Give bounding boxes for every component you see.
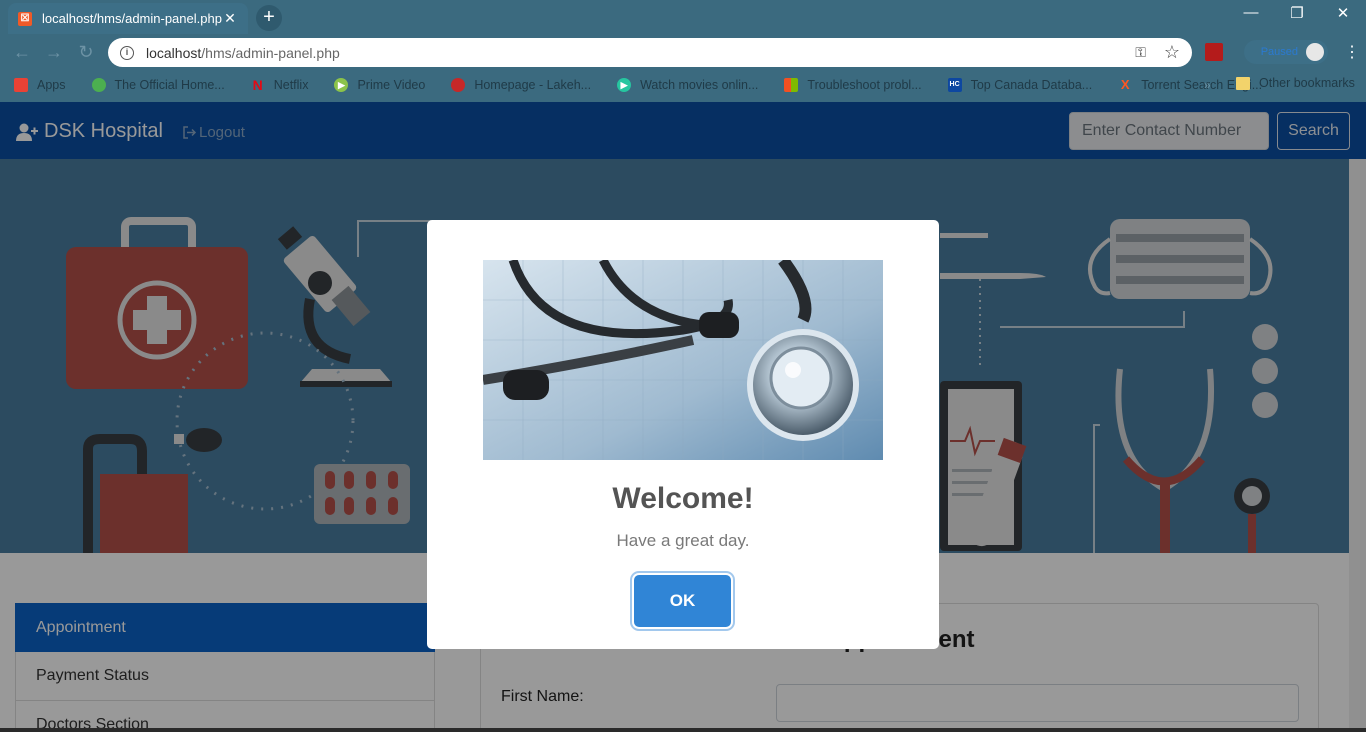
bookmark-star-icon[interactable]: ☆	[1164, 42, 1180, 63]
bookmark-item[interactable]: ▶ Prime Video	[334, 78, 425, 92]
pdf-extension-icon[interactable]	[1205, 43, 1223, 61]
folder-icon	[1236, 76, 1250, 90]
address-row: ← → ↻ i localhost/hms/admin-panel.php ⚿ …	[0, 34, 1366, 70]
address-bar[interactable]: i localhost/hms/admin-panel.php ⚿ ☆	[108, 38, 1192, 67]
back-button[interactable]: ←	[10, 41, 34, 63]
browser-chrome: ☒ localhost/hms/admin-panel.php ✕ + — ❐ …	[0, 0, 1366, 102]
bookmark-label: Troubleshoot probl...	[807, 78, 922, 92]
browser-menu-icon[interactable]: ⋮	[1344, 42, 1360, 62]
more-bookmarks-chevron[interactable]: »	[1204, 78, 1211, 92]
modal-message: Have a great day.	[616, 531, 750, 550]
prime-video-icon: ▶	[334, 78, 349, 92]
other-bookmarks-label: Other bookmarks	[1259, 76, 1355, 90]
microsoft-icon	[784, 78, 799, 92]
apps-grid-icon	[14, 78, 28, 92]
bookmark-item[interactable]: N Netflix	[251, 78, 309, 92]
url-path: /hms/admin-panel.php	[201, 44, 340, 61]
bookmark-item[interactable]: Troubleshoot probl...	[784, 78, 922, 92]
password-key-icon[interactable]: ⚿	[1135, 44, 1146, 61]
bookmark-label: Homepage - Lakeh...	[474, 78, 592, 92]
site-icon	[91, 78, 106, 92]
netflix-icon: N	[252, 77, 263, 93]
profile-name: Paused	[1260, 46, 1298, 58]
ok-button[interactable]: OK	[634, 575, 731, 627]
other-bookmarks[interactable]: Other bookmarks	[1236, 76, 1355, 90]
site-info-icon[interactable]: i	[120, 45, 134, 60]
close-window-button[interactable]: ✕	[1320, 4, 1366, 22]
hc-icon: HC	[947, 78, 962, 92]
bookmarks-bar: Apps The Official Home... N Netflix ▶ Prim…	[0, 70, 1366, 100]
avatar	[1306, 43, 1324, 61]
bookmark-label: Top Canada Databa...	[970, 78, 1093, 92]
bookmark-label: Netflix	[273, 78, 309, 92]
bookmark-item[interactable]: HC Top Canada Databa...	[947, 78, 1093, 92]
bookmark-label: Watch movies onlin...	[640, 78, 759, 92]
stethoscope-photo	[483, 260, 883, 460]
bookmark-label: Prime Video	[357, 78, 426, 92]
tab-title: localhost/hms/admin-panel.php	[42, 11, 222, 26]
forward-button[interactable]: →	[42, 41, 66, 63]
minimize-window-button[interactable]: —	[1228, 4, 1274, 21]
xampp-favicon-icon: ☒	[18, 11, 32, 26]
bookmark-item[interactable]: ▶ Watch movies onlin...	[617, 78, 758, 92]
bookmark-label: Apps	[37, 78, 66, 92]
restore-window-button[interactable]: ❐	[1274, 4, 1320, 22]
url-text: localhost/hms/admin-panel.php	[146, 45, 1135, 61]
lakehead-icon	[451, 78, 466, 92]
modal-title: Welcome!	[612, 482, 754, 515]
play-icon: ▶	[617, 78, 632, 92]
welcome-modal: Welcome! Have a great day. OK	[427, 220, 939, 649]
browser-tab[interactable]: ☒ localhost/hms/admin-panel.php ✕	[8, 3, 248, 34]
torrent-icon: X	[1120, 77, 1130, 92]
close-tab-icon[interactable]: ✕	[222, 10, 238, 27]
profile-button[interactable]: Paused	[1244, 40, 1328, 64]
bookmark-item[interactable]: Homepage - Lakeh...	[451, 78, 591, 92]
tab-bar: ☒ localhost/hms/admin-panel.php ✕ + — ❐ …	[0, 0, 1366, 34]
url-host: localhost	[146, 44, 202, 61]
bookmark-label: The Official Home...	[114, 78, 225, 92]
bookmark-item[interactable]: Apps	[14, 78, 66, 92]
new-tab-button[interactable]: +	[256, 5, 282, 31]
bookmark-item[interactable]: The Official Home...	[91, 78, 225, 92]
taskbar-edge	[0, 728, 1366, 732]
reload-button[interactable]: ↻	[74, 41, 98, 63]
stethoscope-image	[483, 260, 883, 460]
